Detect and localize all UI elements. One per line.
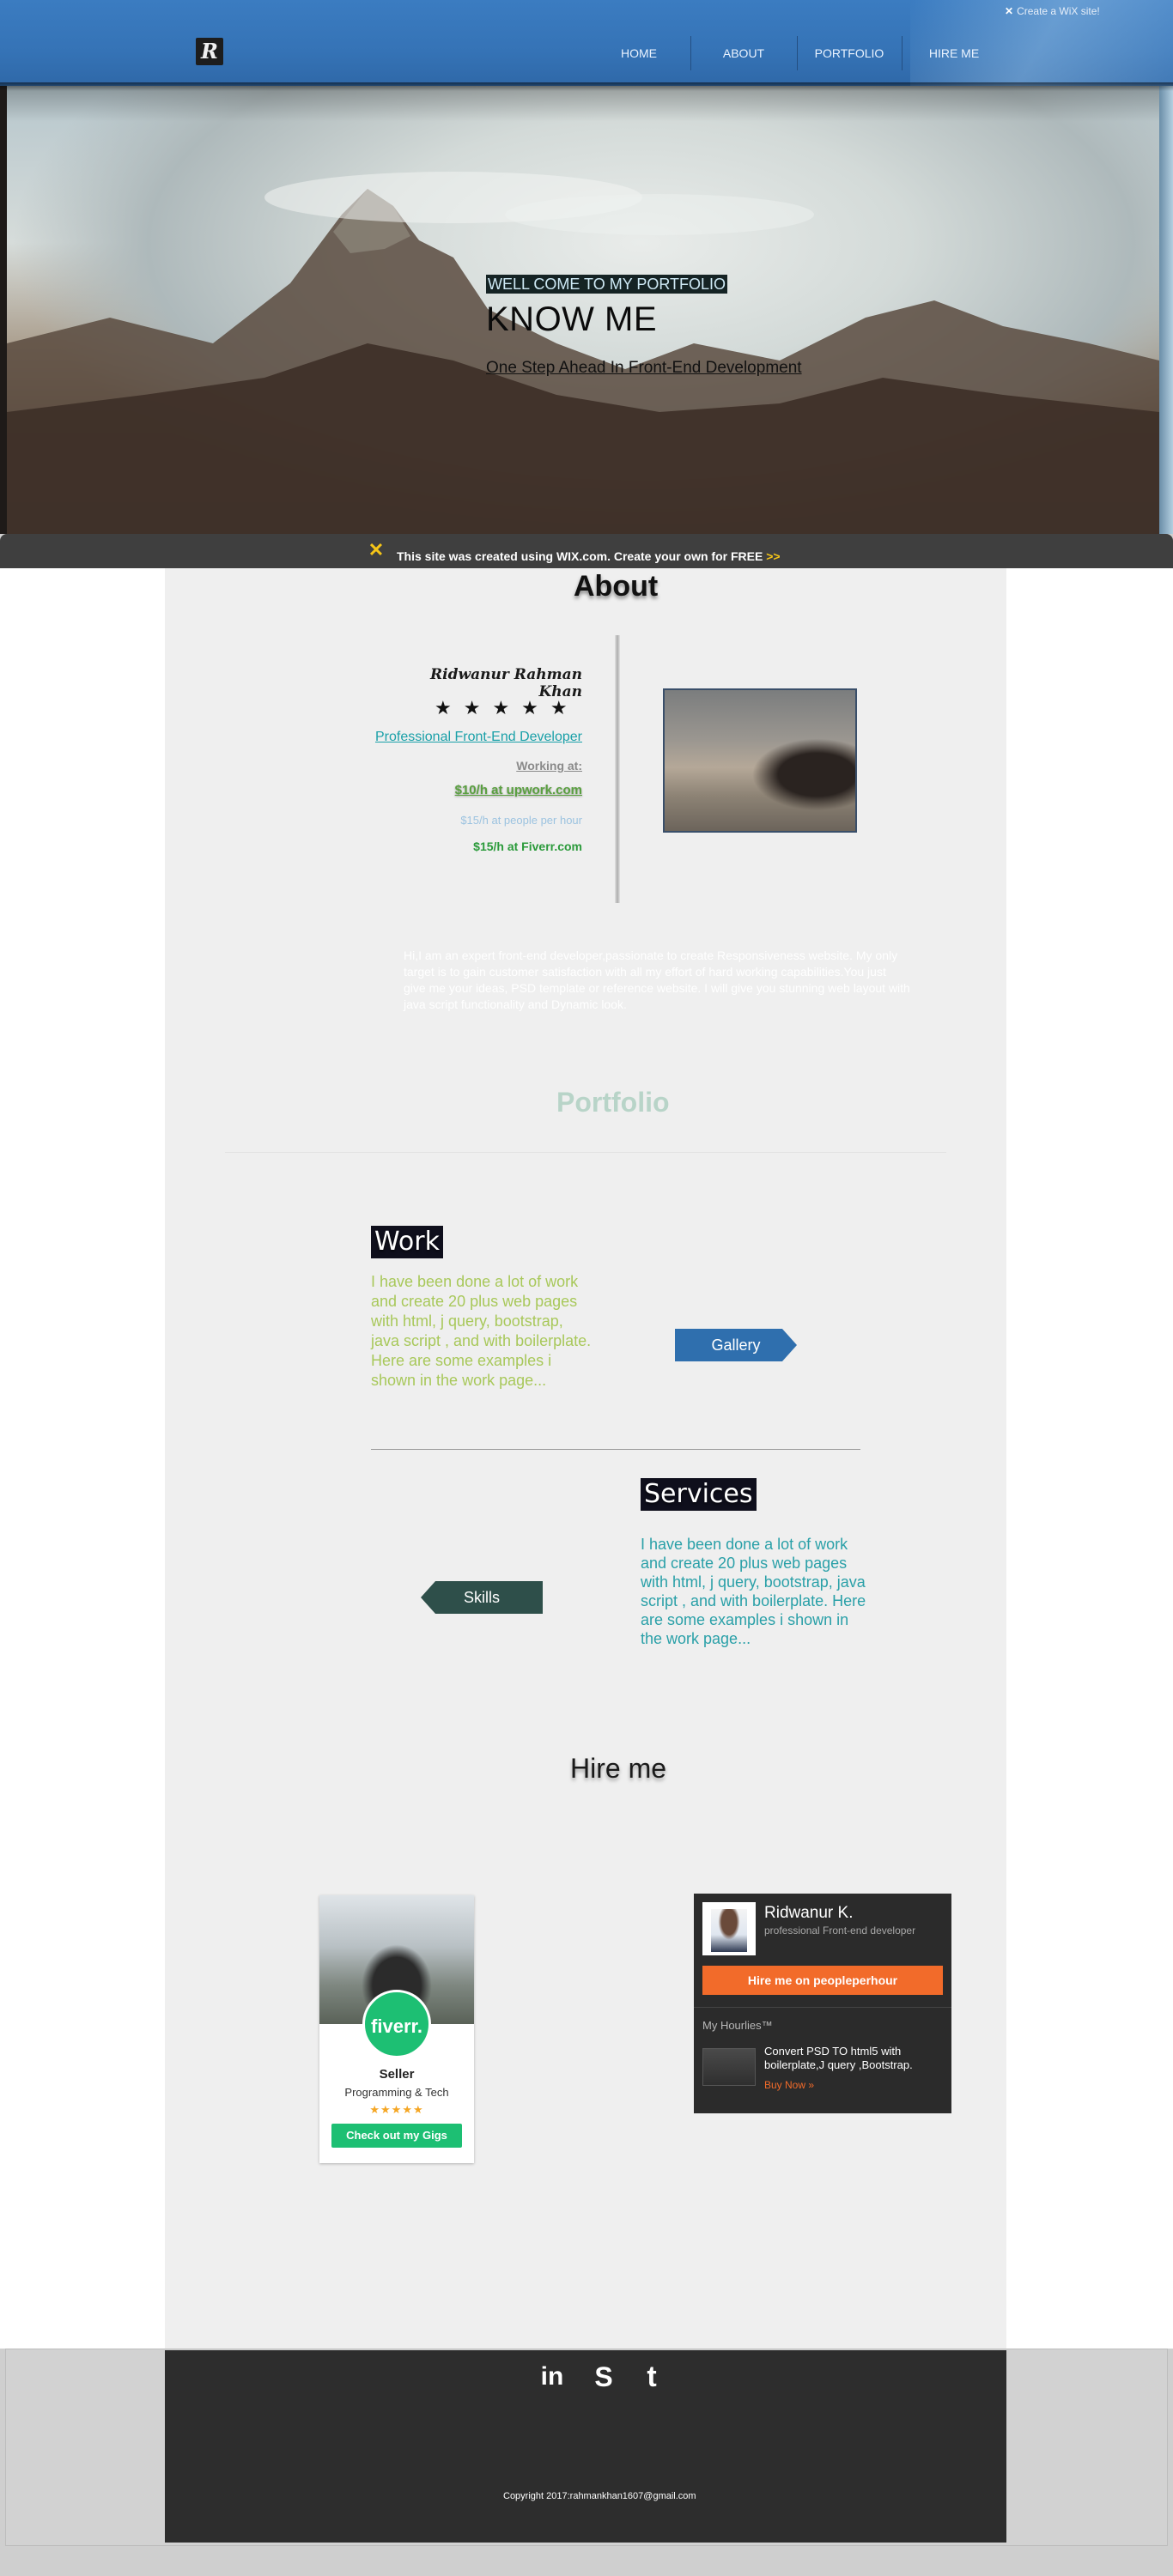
hero-right-edge	[1159, 86, 1173, 534]
about-divider	[615, 635, 620, 903]
page-margin-left	[0, 568, 165, 2349]
services-description: I have been done a lot of work and creat…	[641, 1536, 866, 1647]
fiverr-gigs-button[interactable]: Check out my Gigs	[331, 2124, 462, 2148]
portfolio-title: Portfolio	[556, 1087, 670, 1118]
pph-name[interactable]: Ridwanur K.	[764, 1904, 854, 1923]
footer-panel	[165, 2350, 1006, 2543]
pph-hire-button[interactable]: Hire me on peopleperhour	[702, 1966, 943, 1995]
hero-title: KNOW ME	[486, 300, 658, 338]
pph-avatar-photo	[711, 1909, 747, 1952]
nav-separator	[797, 36, 798, 70]
create-wix-label: Create a WiX site!	[1017, 5, 1100, 17]
nav-portfolio[interactable]: PORTFOLIO	[811, 41, 888, 65]
pph-buy-now-link[interactable]: Buy Now »	[764, 2079, 814, 2091]
about-description: Hi,I am an expert front-end developer,pa…	[404, 949, 910, 1011]
pph-hourly-thumbnail[interactable]	[702, 2048, 756, 2086]
pph-title: professional Front-end developer	[764, 1924, 916, 1937]
wix-x-icon: ✕	[368, 539, 385, 561]
nav-hire-me[interactable]: HIRE ME	[922, 41, 986, 65]
wix-banner-text[interactable]: This site was created using WIX.com. Cre…	[397, 549, 781, 563]
hero-tagline: WELL COME TO MY PORTFOLIO	[486, 275, 728, 294]
services-heading: Services	[641, 1478, 757, 1511]
site-logo[interactable]: R	[196, 38, 223, 65]
create-wix-link[interactable]: ✕ Create a WiX site!	[1005, 3, 1100, 19]
nav-about[interactable]: ABOUT	[718, 41, 769, 65]
nav-separator	[902, 36, 903, 70]
fiverr-rating-stars: ★★★★★	[369, 2103, 424, 2116]
rate-fiverr: $15/h at Fiverr.com	[473, 839, 582, 853]
working-at-label: Working at:	[516, 759, 582, 773]
wix-banner-arrow: >>	[766, 549, 781, 563]
work-description: I have been done a lot of work and creat…	[371, 1273, 592, 1389]
rate-peopleperhour: $15/h at people per hour	[460, 814, 582, 827]
pph-divider	[694, 2007, 951, 2008]
pph-hourly-title[interactable]: Convert PSD TO html5 with boilerplate,J …	[764, 2045, 939, 2072]
work-divider	[371, 1449, 860, 1450]
skype-icon[interactable]: S	[587, 2361, 620, 2393]
nav-home[interactable]: HOME	[613, 41, 665, 65]
work-heading: Work	[371, 1226, 443, 1258]
hero-subtitle[interactable]: One Step Ahead In Front-End Development	[486, 359, 802, 378]
skills-button[interactable]: Skills	[421, 1581, 543, 1614]
linkedin-icon[interactable]: in	[536, 2361, 568, 2393]
wix-banner-label: This site was created using WIX.com. Cre…	[397, 549, 763, 563]
hero-left-edge	[0, 86, 7, 534]
page-margin-right	[1006, 568, 1173, 2349]
profile-rating-stars: ★★★★★	[435, 697, 580, 718]
copyright-text: Copyright 2017:rahmankhan1607@gmail.com	[503, 2491, 696, 2501]
nav-separator	[690, 36, 691, 70]
hire-me-title: Hire me	[570, 1753, 667, 1784]
profile-photo	[663, 688, 857, 833]
tumblr-icon[interactable]: t	[635, 2361, 668, 2393]
portfolio-divider	[225, 1152, 946, 1153]
about-title: About	[574, 570, 659, 603]
gallery-button[interactable]: Gallery	[675, 1329, 797, 1361]
profile-role-link[interactable]: Professional Front-End Developer	[331, 730, 582, 745]
fiverr-seller-level: Seller	[379, 2067, 415, 2082]
pph-hourlies-label: My Hourlies™	[702, 2019, 773, 2032]
fiverr-logo-icon: fiverr.	[362, 1990, 431, 2058]
fiverr-category: Programming & Tech	[344, 2086, 449, 2099]
rate-upwork[interactable]: $10/h at upwork.com	[393, 783, 582, 797]
wix-x-icon: ✕	[1005, 5, 1014, 17]
profile-name: Ridwanur Rahman Khan	[430, 666, 582, 700]
header-shadow	[0, 82, 1173, 91]
